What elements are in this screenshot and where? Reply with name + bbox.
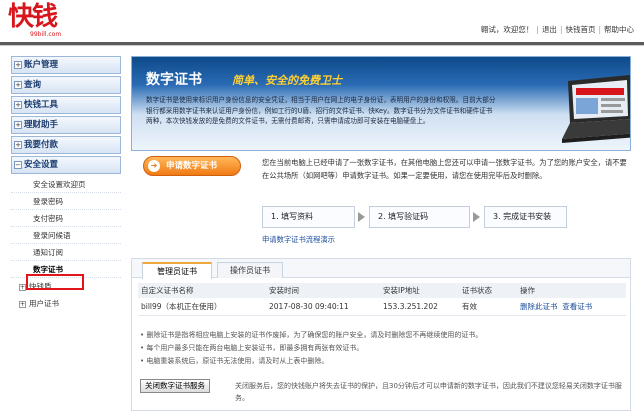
tab-admin-cert[interactable]: 管理员证书 [142, 262, 212, 279]
sidebar: + 账户管理 + 查询 + 快钱工具 + 理财助手 + 我要付款 − 安全设置 安全设置欢迎… [11, 56, 121, 411]
sidebar-item-notification[interactable]: 通知订阅 [11, 244, 121, 261]
expand-icon: + [14, 80, 22, 89]
logo-domain: 99bill.com [30, 31, 62, 38]
view-cert-link[interactable]: 查看证书 [562, 302, 592, 311]
apply-certificate-button[interactable]: ➜ 申请数字证书 [143, 156, 241, 176]
home-link[interactable]: 快钱首页 [565, 25, 595, 34]
collapse-icon: − [14, 160, 22, 169]
table-row: bill99（本机正在使用） 2017-08-30 09:40:11 153.3… [138, 298, 626, 316]
step-install-cert: 3. 完成证书安装 [484, 206, 567, 228]
arrow-right-icon: ➜ [148, 160, 160, 172]
sidebar-item-login-greeting[interactable]: 登录问候语 [11, 227, 121, 244]
expand-icon: + [14, 100, 22, 109]
sub-label: 用户证书 [29, 299, 59, 308]
note-line: • 每个用户最多只能在两台电脑上安装证书，即最多拥有两张有效证书。 [140, 344, 364, 352]
col-header: 操作 [520, 286, 535, 295]
flow-demo-link[interactable]: 申请数字证书流程演示 [262, 235, 335, 245]
banner-description: 数字证书是使用来标识用户身份信息的安全凭证，相当于用户在网上的电子身份证，表明用… [146, 96, 496, 125]
col-header: 自定义证书名称 [141, 286, 194, 295]
banner-slogan: 简单、安全的免费卫士 [232, 74, 342, 87]
sidebar-sub-user-cert[interactable]: + 用户证书 [11, 295, 121, 312]
nav-query[interactable]: + 查询 [11, 76, 121, 94]
close-service-description: 关闭服务后，您的快钱账户将失去证书的保护，且30分钟后才可以申请新的数字证书，因… [235, 382, 622, 402]
banner-title: 数字证书 [146, 72, 202, 88]
sidebar-item-pay-password[interactable]: 支付密码 [11, 210, 121, 227]
laptop-icon [562, 75, 630, 143]
step-fill-info: 1. 填写资料 [262, 206, 355, 228]
delete-cert-link[interactable]: 删除此证书 [520, 302, 558, 311]
logo-mark: 快钱 [8, 2, 58, 32]
install-ip: 153.3.251.202 [383, 302, 438, 311]
expand-icon: + [14, 120, 22, 129]
table-header: 自定义证书名称 安装时间 安装IP地址 证书状态 操作 [138, 283, 626, 298]
cert-notes: • 删除证书是指将相应电脑上安装的证书作废掉，为了确保您的账户安全，请及时删除您… [140, 329, 626, 368]
tab-operator-cert[interactable]: 操作员证书 [217, 262, 283, 278]
note-line: • 电脑重装系统后，原证书无法使用，请及时从上表中删除。 [140, 357, 329, 365]
close-cert-service-button[interactable]: 关闭数字证书服务 [140, 379, 210, 393]
apply-button-label: 申请数字证书 [166, 161, 218, 171]
logout-link[interactable]: 退出 [542, 25, 557, 34]
intro-text: 您在当前电脑上已经申请了一张数字证书，在其他电脑上您还可以申请一张数字证书。为了… [262, 158, 627, 180]
note-line: • 删除证书是指将相应电脑上安装的证书作废掉，为了确保您的账户安全，请及时删除您… [140, 331, 483, 339]
nav-finance[interactable]: + 理财助手 [11, 116, 121, 134]
cert-name: bill99（本机正在使用） [141, 302, 222, 311]
header-divider [0, 42, 644, 46]
install-time: 2017-08-30 09:40:11 [269, 302, 349, 311]
user-greeting: 翱试，欢迎您！ [480, 25, 534, 34]
col-header: 安装IP地址 [383, 286, 420, 295]
expand-icon: + [14, 60, 22, 69]
cert-tabs: 管理员证书 操作员证书 [132, 259, 630, 279]
expand-icon: + [19, 283, 26, 291]
certificate-panel: 管理员证书 操作员证书 自定义证书名称 安装时间 安装IP地址 证书状态 操作 … [131, 258, 631, 411]
cert-table: 自定义证书名称 安装时间 安装IP地址 证书状态 操作 bill99（本机正在使… [138, 283, 626, 316]
expand-icon: + [14, 140, 22, 149]
arrow-right-icon [473, 212, 480, 222]
sidebar-item-security-welcome[interactable]: 安全设置欢迎页 [11, 176, 121, 193]
top-links: 翱试，欢迎您！ | 退出 | 快钱首页 | 帮助中心 [480, 25, 634, 34]
active-highlight-box [26, 274, 84, 290]
cert-status: 有效 [462, 302, 477, 311]
col-header: 安装时间 [269, 286, 299, 295]
nav-pay[interactable]: + 我要付款 [11, 136, 121, 154]
nav-label: 安全设置 [24, 160, 59, 170]
logo[interactable]: 快钱 99bill.com [8, 2, 98, 38]
nav-account-management[interactable]: + 账户管理 [11, 56, 121, 74]
arrow-right-icon [358, 212, 365, 222]
nav-label: 快钱工具 [24, 100, 59, 110]
certificate-banner: 数字证书 简单、安全的免费卫士 数字证书是使用来标识用户身份信息的安全凭证，相当… [131, 56, 631, 151]
expand-icon: + [19, 300, 26, 308]
nav-security[interactable]: − 安全设置 [11, 156, 121, 174]
nav-tools[interactable]: + 快钱工具 [11, 96, 121, 114]
nav-label: 理财助手 [24, 120, 59, 130]
nav-label: 账户管理 [24, 60, 59, 70]
nav-label: 查询 [24, 80, 42, 90]
col-header: 证书状态 [462, 286, 492, 295]
nav-label: 我要付款 [24, 140, 59, 150]
step-verify-code: 2. 填写验证码 [369, 206, 470, 228]
cert-actions: 删除此证书 查看证书 [520, 298, 592, 316]
sidebar-item-login-password[interactable]: 登录密码 [11, 193, 121, 210]
help-link[interactable]: 帮助中心 [604, 25, 634, 34]
